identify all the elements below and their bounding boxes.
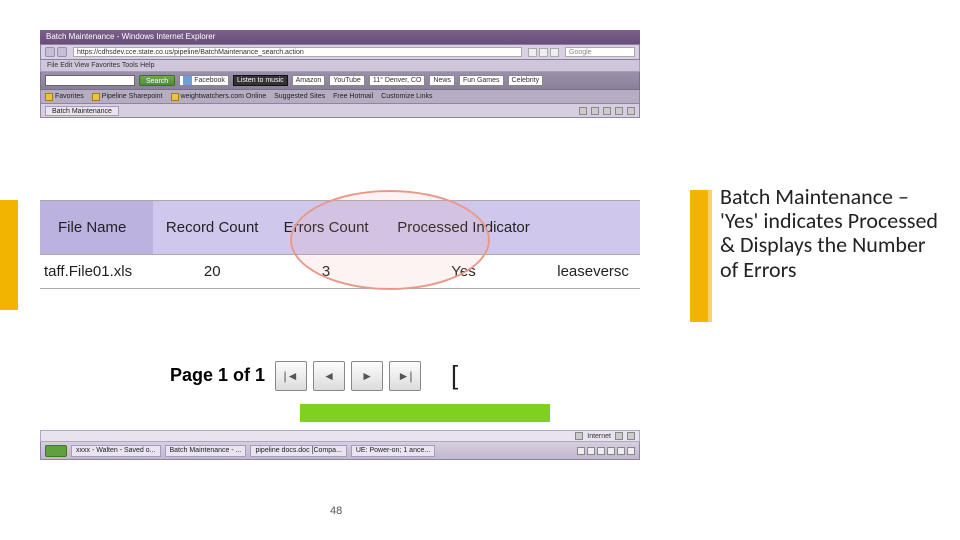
sugg-text: Suggested Sites bbox=[274, 93, 325, 100]
pager-label: Page 1 of 1 bbox=[170, 365, 265, 386]
stop-icon[interactable] bbox=[550, 48, 559, 57]
start-button[interactable] bbox=[45, 445, 67, 457]
free-text: Free Hotmail bbox=[333, 93, 373, 100]
url-field[interactable]: https://cdhsdev.cce.state.co.us/pipeline… bbox=[73, 47, 522, 57]
feed-icon[interactable] bbox=[591, 107, 599, 115]
pager-buttons: |◄ ◄ ► ►| bbox=[275, 361, 421, 391]
site-icon bbox=[92, 93, 100, 101]
taskbar-item[interactable]: UE: Power-on; 1 ance... bbox=[351, 445, 435, 457]
taskbar-item[interactable]: xxxx - Walten - Saved o... bbox=[71, 445, 161, 457]
slide-title: Batch Maintenance – 'Yes' indicates Proc… bbox=[720, 185, 940, 282]
pipeline-link[interactable]: Pipeline Sharepoint bbox=[92, 93, 163, 101]
pager-last-button[interactable]: ►| bbox=[389, 361, 421, 391]
results-table: File Name Record Count Errors Count Proc… bbox=[40, 200, 640, 289]
nav-buttons bbox=[45, 47, 67, 57]
youtube-chip[interactable]: YouTube bbox=[329, 75, 365, 86]
tray-icon[interactable] bbox=[577, 447, 585, 455]
amazon-chip[interactable]: Amazon bbox=[292, 75, 326, 86]
taskbar-item[interactable]: Batch Maintenance - ... bbox=[165, 445, 247, 457]
system-tray bbox=[577, 447, 635, 455]
pipeline-text: Pipeline Sharepoint bbox=[102, 93, 163, 100]
pager-first-button[interactable]: |◄ bbox=[275, 361, 307, 391]
cell-overflow: leaseversc bbox=[546, 255, 640, 289]
site-icon bbox=[171, 93, 179, 101]
suggested-link[interactable]: Suggested Sites bbox=[274, 93, 325, 100]
news-chip[interactable]: News bbox=[429, 75, 455, 86]
pager-bracket-icon: [ bbox=[451, 360, 458, 391]
col-processed-indicator: Processed Indicator bbox=[381, 201, 546, 255]
col-record-count: Record Count bbox=[153, 201, 271, 255]
weather-chip[interactable]: 11° Denver, CO bbox=[369, 75, 426, 86]
page-menu[interactable] bbox=[627, 107, 635, 115]
fun-chip[interactable]: Fun Games bbox=[459, 75, 504, 86]
tray-icon[interactable] bbox=[617, 447, 625, 455]
yellow-side-tab bbox=[0, 200, 18, 310]
results-table-region: File Name Record Count Errors Count Proc… bbox=[40, 200, 640, 289]
custom-text: Customize Links bbox=[381, 93, 432, 100]
title-accent-bar-thin bbox=[706, 190, 712, 322]
tray-icon[interactable] bbox=[607, 447, 615, 455]
window-titlebar: Batch Maintenance - Windows Internet Exp… bbox=[40, 30, 640, 44]
status-bar: Internet bbox=[40, 430, 640, 442]
page-number: 48 bbox=[330, 505, 342, 517]
browser-window: Batch Maintenance - Windows Internet Exp… bbox=[40, 30, 640, 118]
status-text: Internet bbox=[587, 433, 611, 440]
internet-zone-icon bbox=[575, 432, 583, 440]
facebook-chip[interactable]: Facebook bbox=[179, 75, 229, 86]
green-strip bbox=[300, 404, 550, 422]
toolbar-search-input[interactable] bbox=[45, 75, 135, 86]
cell-record-count: 20 bbox=[153, 255, 271, 289]
cell-errors-count: 3 bbox=[271, 255, 380, 289]
star-icon bbox=[45, 93, 53, 101]
back-button[interactable] bbox=[45, 47, 55, 57]
menu-bar[interactable]: File Edit View Favorites Tools Help bbox=[40, 60, 640, 72]
col-file-name: File Name bbox=[40, 201, 153, 255]
mail-icon[interactable] bbox=[603, 107, 611, 115]
pager: Page 1 of 1 |◄ ◄ ► ►| [ bbox=[170, 360, 458, 391]
tab-bar: Batch Maintenance bbox=[40, 104, 640, 118]
hotmail-link[interactable]: Free Hotmail bbox=[333, 93, 373, 100]
active-tab[interactable]: Batch Maintenance bbox=[45, 106, 119, 116]
cell-processed-indicator: Yes bbox=[381, 255, 546, 289]
tray-icon[interactable] bbox=[627, 447, 635, 455]
tab-tools bbox=[579, 107, 635, 115]
forward-button[interactable] bbox=[57, 47, 67, 57]
addr-icons bbox=[528, 48, 559, 57]
listen-chip[interactable]: Listen to music bbox=[233, 75, 288, 86]
tray-icon[interactable] bbox=[587, 447, 595, 455]
facebook-icon bbox=[183, 76, 192, 85]
favorites-bar: Favorites Pipeline Sharepoint weightwatc… bbox=[40, 90, 640, 104]
zoom-icon bbox=[627, 432, 635, 440]
celebrity-chip[interactable]: Celebrity bbox=[508, 75, 544, 86]
favorites-label[interactable]: Favorites bbox=[45, 93, 84, 101]
print-icon[interactable] bbox=[615, 107, 623, 115]
col-errors-count: Errors Count bbox=[271, 201, 380, 255]
home-icon[interactable] bbox=[579, 107, 587, 115]
lock-icon bbox=[528, 48, 537, 57]
address-bar: https://cdhsdev.cce.state.co.us/pipeline… bbox=[40, 44, 640, 60]
taskbar-item[interactable]: pipeline docs.doc [Compa... bbox=[250, 445, 346, 457]
windows-taskbar: xxxx - Walten - Saved o... Batch Mainten… bbox=[40, 442, 640, 460]
weight-link[interactable]: weightwatchers.com Online bbox=[171, 93, 267, 101]
table-header-row: File Name Record Count Errors Count Proc… bbox=[40, 201, 640, 255]
col-overflow bbox=[546, 201, 640, 255]
fav-text: Favorites bbox=[55, 93, 84, 100]
facebook-label: Facebook bbox=[194, 75, 225, 86]
tray-icon[interactable] bbox=[597, 447, 605, 455]
bottom-strip: Internet xxxx - Walten - Saved o... Batc… bbox=[40, 430, 640, 460]
search-toolbar: Search Facebook Listen to music Amazon Y… bbox=[40, 72, 640, 90]
custom-link[interactable]: Customize Links bbox=[381, 93, 432, 100]
protected-mode-icon bbox=[615, 432, 623, 440]
pager-prev-button[interactable]: ◄ bbox=[313, 361, 345, 391]
pager-next-button[interactable]: ► bbox=[351, 361, 383, 391]
refresh-icon[interactable] bbox=[539, 48, 548, 57]
cell-file-name: taff.File01.xls bbox=[40, 255, 153, 289]
table-row[interactable]: taff.File01.xls 20 3 Yes leaseversc bbox=[40, 255, 640, 289]
toolbar-search-button[interactable]: Search bbox=[139, 75, 175, 86]
weight-text: weightwatchers.com Online bbox=[181, 93, 267, 100]
browser-search-field[interactable]: Google bbox=[565, 47, 635, 57]
